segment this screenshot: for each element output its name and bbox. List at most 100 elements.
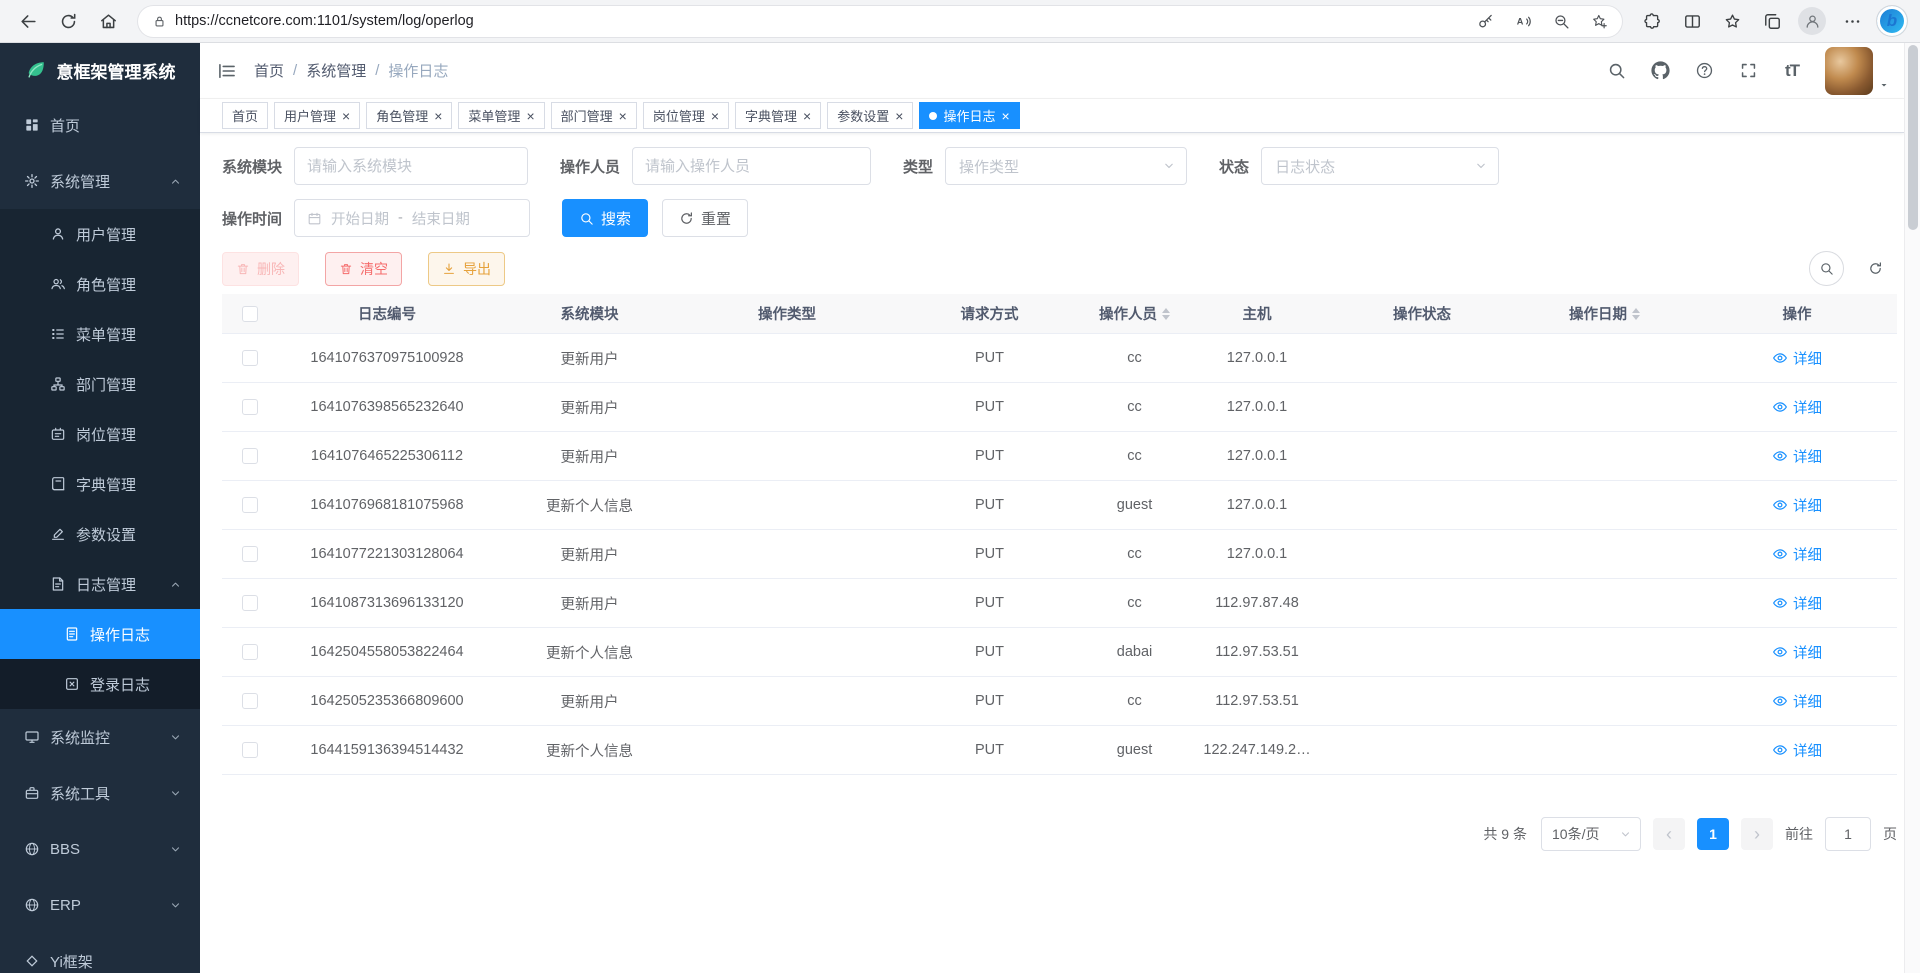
collections-button[interactable] — [1754, 4, 1790, 38]
row-checkbox[interactable] — [242, 448, 258, 464]
operator-input[interactable] — [632, 147, 871, 185]
add-favorite-button[interactable] — [1584, 8, 1614, 34]
tab-role-management[interactable]: 角色管理× — [366, 102, 452, 129]
close-icon[interactable]: × — [342, 109, 350, 123]
tab-home[interactable]: 首页 — [222, 102, 268, 129]
row-checkbox[interactable] — [242, 350, 258, 366]
detail-link[interactable]: 详细 — [1772, 544, 1822, 565]
sidebar-item-parameter-settings[interactable]: 参数设置 — [0, 509, 200, 559]
address-bar[interactable]: https://ccnetcore.com:1101/system/log/op… — [138, 6, 1622, 37]
url-text[interactable]: https://ccnetcore.com:1101/system/log/op… — [175, 13, 1462, 29]
tab-post-management[interactable]: 岗位管理× — [643, 102, 729, 129]
back-button[interactable] — [10, 4, 46, 38]
row-checkbox[interactable] — [242, 742, 258, 758]
app-logo[interactable]: 意框架管理系统 — [0, 43, 200, 97]
tab-parameter-settings[interactable]: 参数设置× — [827, 102, 913, 129]
row-checkbox[interactable] — [242, 693, 258, 709]
browser-profile-button[interactable] — [1794, 4, 1830, 38]
sidebar-item-log-management[interactable]: 日志管理 — [0, 559, 200, 609]
detail-link[interactable]: 详细 — [1772, 348, 1822, 369]
row-checkbox[interactable] — [242, 399, 258, 415]
type-select[interactable]: 操作类型 — [945, 147, 1187, 185]
tab-user-management[interactable]: 用户管理× — [274, 102, 360, 129]
sidebar-item-post-management[interactable]: 岗位管理 — [0, 409, 200, 459]
copilot-button[interactable]: b — [1874, 4, 1910, 38]
date-range-picker[interactable]: 开始日期 - 结束日期 — [294, 199, 530, 237]
sidebar-item-user-management[interactable]: 用户管理 — [0, 209, 200, 259]
row-checkbox[interactable] — [242, 595, 258, 611]
home-button[interactable] — [90, 4, 126, 38]
export-button[interactable]: 导出 — [428, 252, 505, 286]
row-checkbox[interactable] — [242, 546, 258, 562]
sidebar-item-home[interactable]: 首页 — [0, 97, 200, 153]
page-number-1[interactable]: 1 — [1697, 818, 1729, 850]
close-icon[interactable]: × — [711, 109, 719, 123]
breadcrumb-system-management[interactable]: 系统管理 — [306, 60, 366, 81]
page-size-select[interactable]: 10条/页 — [1541, 817, 1641, 851]
page-scrollbar[interactable] — [1904, 43, 1920, 973]
search-button[interactable]: 搜索 — [562, 199, 648, 237]
detail-link[interactable]: 详细 — [1772, 642, 1822, 663]
detail-link[interactable]: 详细 — [1772, 397, 1822, 418]
fullscreen-button[interactable] — [1729, 51, 1767, 91]
sidebar-item-erp[interactable]: ERP — [0, 877, 200, 933]
row-checkbox[interactable] — [242, 497, 258, 513]
sidebar-item-role-management[interactable]: 角色管理 — [0, 259, 200, 309]
column-operator[interactable]: 操作人员 — [1087, 303, 1182, 324]
close-icon[interactable]: × — [1001, 109, 1009, 123]
refresh-button[interactable] — [50, 4, 86, 38]
zoom-button[interactable] — [1546, 8, 1576, 34]
toggle-search-button[interactable] — [1809, 251, 1844, 286]
sidebar-item-department-management[interactable]: 部门管理 — [0, 359, 200, 409]
detail-link[interactable]: 详细 — [1772, 446, 1822, 467]
clear-button[interactable]: 清空 — [325, 252, 402, 286]
password-key-button[interactable] — [1470, 8, 1500, 34]
browser-menu-button[interactable] — [1834, 4, 1870, 38]
refresh-table-button[interactable] — [1858, 251, 1893, 286]
reset-button[interactable]: 重置 — [662, 199, 748, 237]
sidebar-item-dictionary-management[interactable]: 字典管理 — [0, 459, 200, 509]
user-avatar-menu[interactable] — [1825, 47, 1890, 95]
sidebar-toggle-button[interactable] — [200, 43, 254, 99]
module-input[interactable] — [294, 147, 528, 185]
font-size-button[interactable]: tT — [1773, 51, 1811, 91]
sidebar-item-login-log[interactable]: 登录日志 — [0, 659, 200, 709]
sidebar-item-system-monitor[interactable]: 系统监控 — [0, 709, 200, 765]
next-page-button[interactable]: › — [1741, 818, 1773, 850]
row-checkbox[interactable] — [242, 644, 258, 660]
goto-page-input[interactable] — [1825, 817, 1871, 851]
sort-icon[interactable] — [1632, 308, 1640, 320]
sidebar-item-operation-log[interactable]: 操作日志 — [0, 609, 200, 659]
sidebar-item-yi-framework[interactable]: Yi框架 — [0, 933, 200, 973]
tab-dictionary-management[interactable]: 字典管理× — [735, 102, 821, 129]
sidebar-item-bbs[interactable]: BBS — [0, 821, 200, 877]
status-select[interactable]: 日志状态 — [1261, 147, 1499, 185]
sidebar-item-system-tools[interactable]: 系统工具 — [0, 765, 200, 821]
sidebar-item-menu-management[interactable]: 菜单管理 — [0, 309, 200, 359]
detail-link[interactable]: 详细 — [1772, 691, 1822, 712]
tab-department-management[interactable]: 部门管理× — [551, 102, 637, 129]
prev-page-button[interactable]: ‹ — [1653, 818, 1685, 850]
detail-link[interactable]: 详细 — [1772, 495, 1822, 516]
close-icon[interactable]: × — [526, 109, 534, 123]
select-all-checkbox[interactable] — [242, 306, 258, 322]
close-icon[interactable]: × — [895, 109, 903, 123]
header-search-button[interactable] — [1597, 51, 1635, 91]
scrollbar-thumb[interactable] — [1908, 45, 1918, 230]
delete-button[interactable]: 删除 — [222, 252, 299, 286]
extensions-button[interactable] — [1634, 4, 1670, 38]
favorites-button[interactable] — [1714, 4, 1750, 38]
read-aloud-button[interactable] — [1508, 8, 1538, 34]
column-operation-date[interactable]: 操作日期 — [1512, 303, 1697, 324]
close-icon[interactable]: × — [434, 109, 442, 123]
github-button[interactable] — [1641, 51, 1679, 91]
close-icon[interactable]: × — [619, 109, 627, 123]
split-screen-button[interactable] — [1674, 4, 1710, 38]
tab-operation-log[interactable]: 操作日志× — [919, 102, 1019, 129]
breadcrumb-home[interactable]: 首页 — [254, 60, 284, 81]
help-button[interactable] — [1685, 51, 1723, 91]
tab-menu-management[interactable]: 菜单管理× — [458, 102, 544, 129]
sort-icon[interactable] — [1162, 308, 1170, 320]
detail-link[interactable]: 详细 — [1772, 593, 1822, 614]
sidebar-item-system-management[interactable]: 系统管理 — [0, 153, 200, 209]
